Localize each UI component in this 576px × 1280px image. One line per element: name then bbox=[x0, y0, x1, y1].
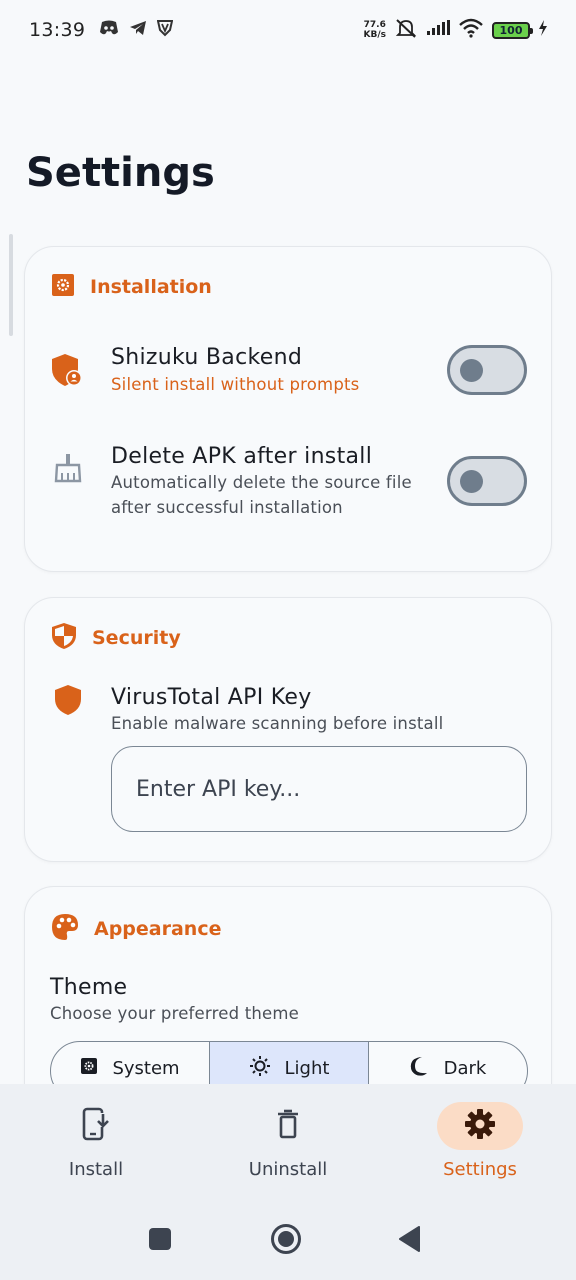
security-title: Security bbox=[92, 627, 181, 649]
circle-home-icon bbox=[270, 1223, 302, 1259]
network-speed: 77.6 KB/s bbox=[363, 20, 386, 40]
palette-icon bbox=[51, 913, 79, 945]
theme-title: Theme bbox=[50, 975, 128, 1000]
theme-subtitle: Choose your preferred theme bbox=[50, 1004, 300, 1023]
sun-icon bbox=[249, 1055, 271, 1082]
admin-shield-icon bbox=[51, 353, 83, 391]
toggle-knob bbox=[460, 359, 483, 382]
back-triangle-icon bbox=[399, 1226, 421, 1256]
signal-icon bbox=[426, 20, 450, 40]
bottom-navigation: Install Uninstall Settings bbox=[0, 1084, 576, 1202]
shizuku-title: Shizuku Backend bbox=[111, 345, 303, 370]
virustotal-title: VirusTotal API Key bbox=[111, 685, 312, 710]
api-key-input[interactable] bbox=[111, 746, 527, 832]
nav-item-install[interactable]: Install bbox=[0, 1084, 192, 1202]
back-button[interactable] bbox=[380, 1202, 440, 1280]
security-shield-icon bbox=[51, 622, 77, 654]
nav-label-uninstall: Uninstall bbox=[248, 1159, 328, 1180]
installation-title: Installation bbox=[90, 276, 212, 298]
home-button[interactable] bbox=[256, 1202, 316, 1280]
moon-icon bbox=[410, 1056, 430, 1081]
nav-item-settings[interactable]: Settings bbox=[384, 1084, 576, 1202]
broom-icon bbox=[53, 453, 83, 487]
shizuku-subtitle: Silent install without prompts bbox=[111, 375, 360, 394]
telegram-icon bbox=[129, 20, 147, 40]
settings-square-icon bbox=[51, 273, 75, 301]
muted-bell-icon bbox=[394, 18, 418, 42]
charging-icon bbox=[538, 20, 548, 40]
discord-icon bbox=[99, 20, 119, 40]
gear-icon bbox=[464, 1108, 496, 1144]
page-title: Settings bbox=[26, 150, 215, 196]
shield-icon bbox=[54, 684, 82, 720]
installation-card: Installation Shizuku Backend Silent inst… bbox=[24, 246, 552, 572]
virustotal-subtitle: Enable malware scanning before install bbox=[111, 714, 444, 733]
nav-label-settings: Settings bbox=[443, 1159, 517, 1180]
system-settings-icon bbox=[80, 1057, 98, 1080]
security-header: Security bbox=[51, 622, 181, 654]
square-icon bbox=[149, 1228, 171, 1254]
delete-apk-toggle[interactable] bbox=[447, 456, 527, 506]
appearance-title: Appearance bbox=[94, 918, 222, 940]
recents-button[interactable] bbox=[130, 1202, 190, 1280]
scroll-indicator[interactable] bbox=[9, 234, 13, 336]
shizuku-toggle[interactable] bbox=[447, 345, 527, 395]
delete-apk-subtitle: Automatically delete the source file aft… bbox=[111, 473, 412, 517]
appearance-header: Appearance bbox=[51, 913, 221, 945]
delete-apk-title: Delete APK after install bbox=[111, 444, 373, 469]
installation-header: Installation bbox=[51, 273, 212, 301]
system-navigation-bar bbox=[0, 1202, 576, 1280]
vpn-shield-icon bbox=[157, 19, 174, 41]
nav-icon-container bbox=[437, 1102, 523, 1150]
trash-icon bbox=[276, 1109, 300, 1143]
install-icon bbox=[82, 1107, 110, 1145]
nav-icon-container bbox=[245, 1102, 331, 1150]
wifi-icon bbox=[458, 18, 484, 42]
nav-icon-container bbox=[53, 1102, 139, 1150]
battery-indicator: 100 bbox=[492, 21, 533, 39]
nav-item-uninstall[interactable]: Uninstall bbox=[192, 1084, 384, 1202]
toggle-knob bbox=[460, 470, 483, 493]
status-time: 13:39 bbox=[29, 19, 86, 41]
status-bar: 13:39 77.6 KB/s 100 bbox=[0, 0, 576, 60]
nav-label-install: Install bbox=[68, 1159, 124, 1180]
security-card: Security VirusTotal API Key Enable malwa… bbox=[24, 597, 552, 862]
